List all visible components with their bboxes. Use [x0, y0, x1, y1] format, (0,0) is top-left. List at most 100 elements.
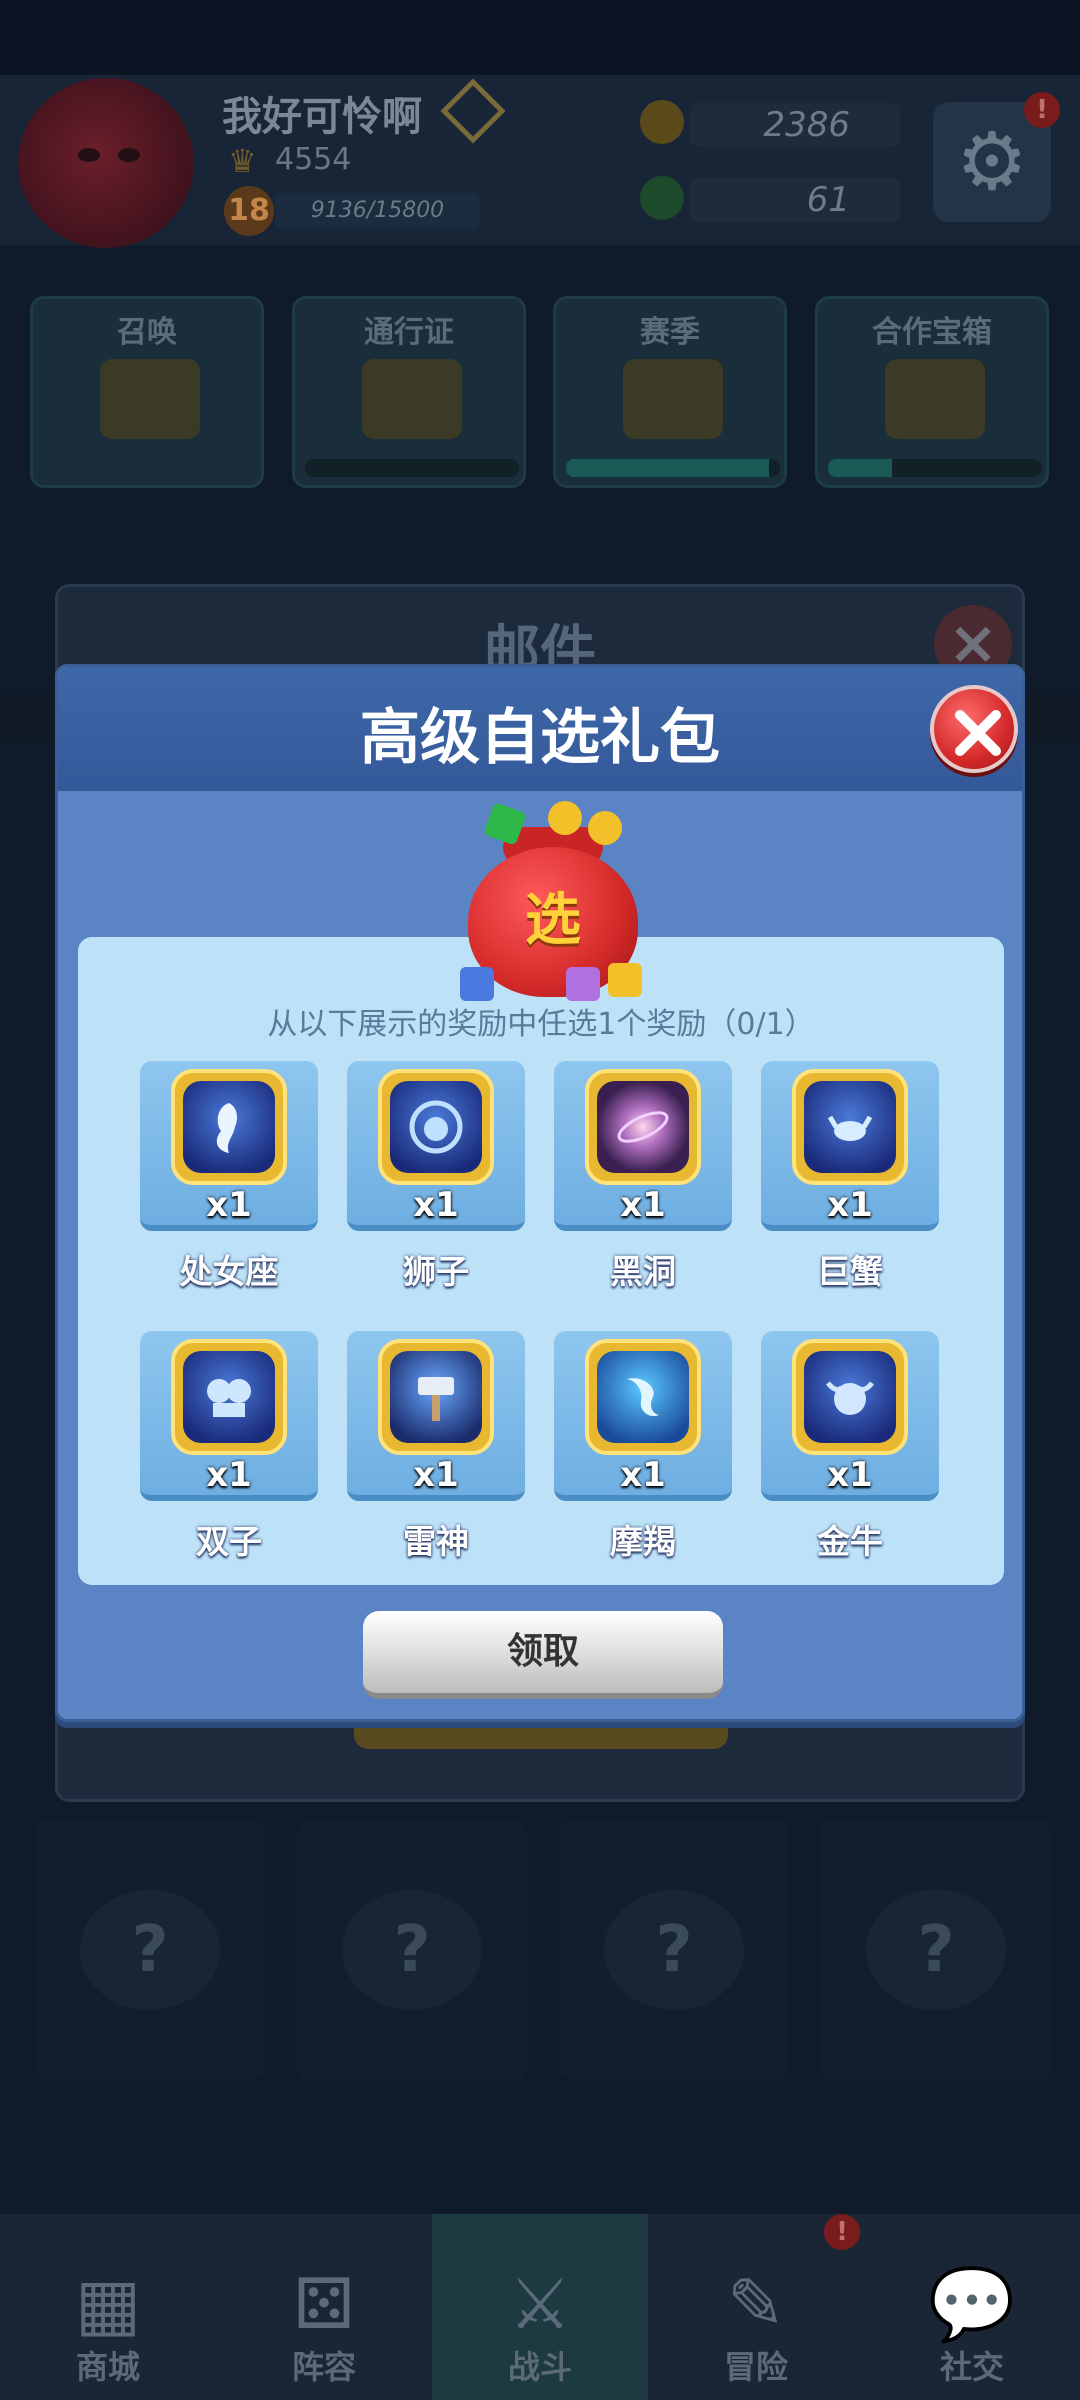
question-icon: ?	[604, 1890, 744, 2010]
tile-label: 通行证	[364, 315, 454, 350]
reward-name: 金牛	[817, 1522, 883, 1561]
nav-label: 战斗	[507, 2348, 572, 2386]
capricorn-icon	[597, 1351, 689, 1443]
reward-frame	[171, 1339, 287, 1455]
question-icon: ?	[80, 1890, 220, 2010]
reward-qty: x1	[827, 1455, 873, 1495]
gold-dice-icon	[608, 963, 642, 997]
bag-label: 选	[525, 888, 581, 953]
reward-item-capricorn[interactable]: x1 摩羯	[554, 1331, 732, 1561]
reward-item-gemini[interactable]: x1 双子	[140, 1331, 318, 1561]
reward-name: 摩羯	[610, 1522, 676, 1561]
nav-label: 阵容	[291, 2348, 356, 2386]
trophy-count: 4554	[275, 142, 352, 177]
nav-social[interactable]: 💬 社交	[864, 2214, 1080, 2400]
reward-name: 狮子	[403, 1252, 469, 1291]
question-icon: ?	[866, 1890, 1006, 2010]
player-avatar[interactable]	[18, 78, 194, 248]
map-icon: ✎	[726, 2263, 786, 2345]
tile-coop-chest[interactable]: 合作宝箱	[815, 296, 1049, 488]
xp-bar: 9136/15800	[275, 193, 480, 229]
nav-shop[interactable]: ▦ 商城	[0, 2214, 216, 2400]
gold-coin-icon[interactable]	[640, 100, 684, 144]
reward-panel: 从以下展示的奖励中任选1个奖励（0/1） x1 处女座 x1 狮子 x1 黑洞 …	[78, 937, 1004, 1585]
gemini-icon	[183, 1351, 275, 1443]
reward-frame	[585, 1339, 701, 1455]
tile-progress-bar	[566, 459, 780, 477]
close-button[interactable]	[930, 685, 1018, 773]
nav-label: 商城	[75, 2348, 140, 2386]
tile-summon[interactable]: 召唤	[30, 296, 264, 488]
settings-alert-badge: !	[1024, 92, 1060, 128]
reward-item-cancer[interactable]: x1 巨蟹	[761, 1061, 939, 1291]
tile-season[interactable]: 赛季	[553, 296, 787, 488]
reward-qty: x1	[413, 1185, 459, 1225]
reward-frame	[378, 1339, 494, 1455]
reward-frame	[792, 1069, 908, 1185]
mystery-slot[interactable]: ?	[35, 1820, 265, 2080]
chest-icon	[885, 359, 985, 439]
dialog-header: 高级自选礼包	[58, 667, 1022, 791]
nav-label: 社交	[939, 2348, 1004, 2386]
tile-label: 召唤	[117, 315, 177, 350]
reward-frame	[792, 1339, 908, 1455]
reward-qty: x1	[206, 1185, 252, 1225]
gem-icon[interactable]	[640, 176, 684, 220]
reward-qty: x1	[620, 1455, 666, 1495]
trophy-icon: ♛	[228, 142, 257, 180]
reward-name: 黑洞	[610, 1252, 676, 1291]
purple-dice-icon	[566, 967, 600, 1001]
tile-battle-pass[interactable]: 通行证	[292, 296, 526, 488]
wings-badge-icon	[362, 359, 462, 439]
reward-frame	[171, 1069, 287, 1185]
cancer-icon	[804, 1081, 896, 1173]
shop-icon: ▦	[74, 2263, 142, 2345]
gold-coin-icon	[548, 801, 582, 835]
cards-icon	[100, 359, 200, 439]
reward-item-black-hole[interactable]: x1 黑洞	[554, 1061, 732, 1291]
mystery-slot[interactable]: ?	[297, 1820, 527, 2080]
tile-label: 赛季	[640, 315, 700, 350]
reward-frame	[378, 1069, 494, 1185]
reward-name: 双子	[196, 1522, 262, 1561]
reward-qty: x1	[206, 1455, 252, 1495]
reward-frame	[585, 1069, 701, 1185]
nav-battle[interactable]: ⚔ 战斗	[432, 2214, 648, 2400]
tile-progress-bar	[305, 459, 519, 477]
avatar-eye	[78, 148, 100, 162]
gold-coin-icon	[588, 811, 622, 845]
dice-icon: ⚄	[293, 2263, 355, 2345]
reward-item-leo[interactable]: x1 狮子	[347, 1061, 525, 1291]
nav-lineup[interactable]: ⚄ 阵容	[216, 2214, 432, 2400]
leo-icon	[390, 1081, 482, 1173]
reward-qty: x1	[620, 1185, 666, 1225]
virgo-icon	[183, 1081, 275, 1173]
claim-button[interactable]: 领取	[363, 1611, 723, 1699]
mystery-slot[interactable]: ?	[559, 1820, 789, 2080]
tile-label: 合作宝箱	[872, 315, 992, 350]
avatar-eye	[118, 148, 140, 162]
mystery-slot[interactable]: ?	[821, 1820, 1051, 2080]
nav-label: 冒险	[723, 2348, 788, 2386]
tile-progress-bar	[828, 459, 1042, 477]
reward-item-taurus[interactable]: x1 金牛	[761, 1331, 939, 1561]
reward-qty: x1	[827, 1185, 873, 1225]
reward-name: 巨蟹	[817, 1252, 883, 1291]
dialog-title: 高级自选礼包	[360, 703, 720, 773]
trophy-cup-icon	[623, 359, 723, 439]
reward-name: 处女座	[179, 1252, 279, 1291]
level-badge: 18	[224, 186, 274, 236]
reward-item-virgo[interactable]: x1 处女座	[140, 1061, 318, 1291]
swords-icon: ⚔	[508, 2263, 572, 2345]
black-hole-icon	[597, 1081, 689, 1173]
close-icon	[955, 710, 1001, 756]
question-icon: ?	[342, 1890, 482, 2010]
blue-dice-icon	[460, 967, 494, 1001]
top-strip	[0, 0, 1080, 75]
thor-hammer-icon	[390, 1351, 482, 1443]
reward-qty: x1	[413, 1455, 459, 1495]
reward-item-thor[interactable]: x1 雷神	[347, 1331, 525, 1561]
chat-icon: 💬	[928, 2263, 1016, 2345]
adventure-alert-badge: !	[824, 2214, 860, 2250]
gift-pack-dialog: 高级自选礼包 从以下展示的奖励中任选1个奖励（0/1） x1 处女座 x1 狮子…	[55, 664, 1025, 1722]
